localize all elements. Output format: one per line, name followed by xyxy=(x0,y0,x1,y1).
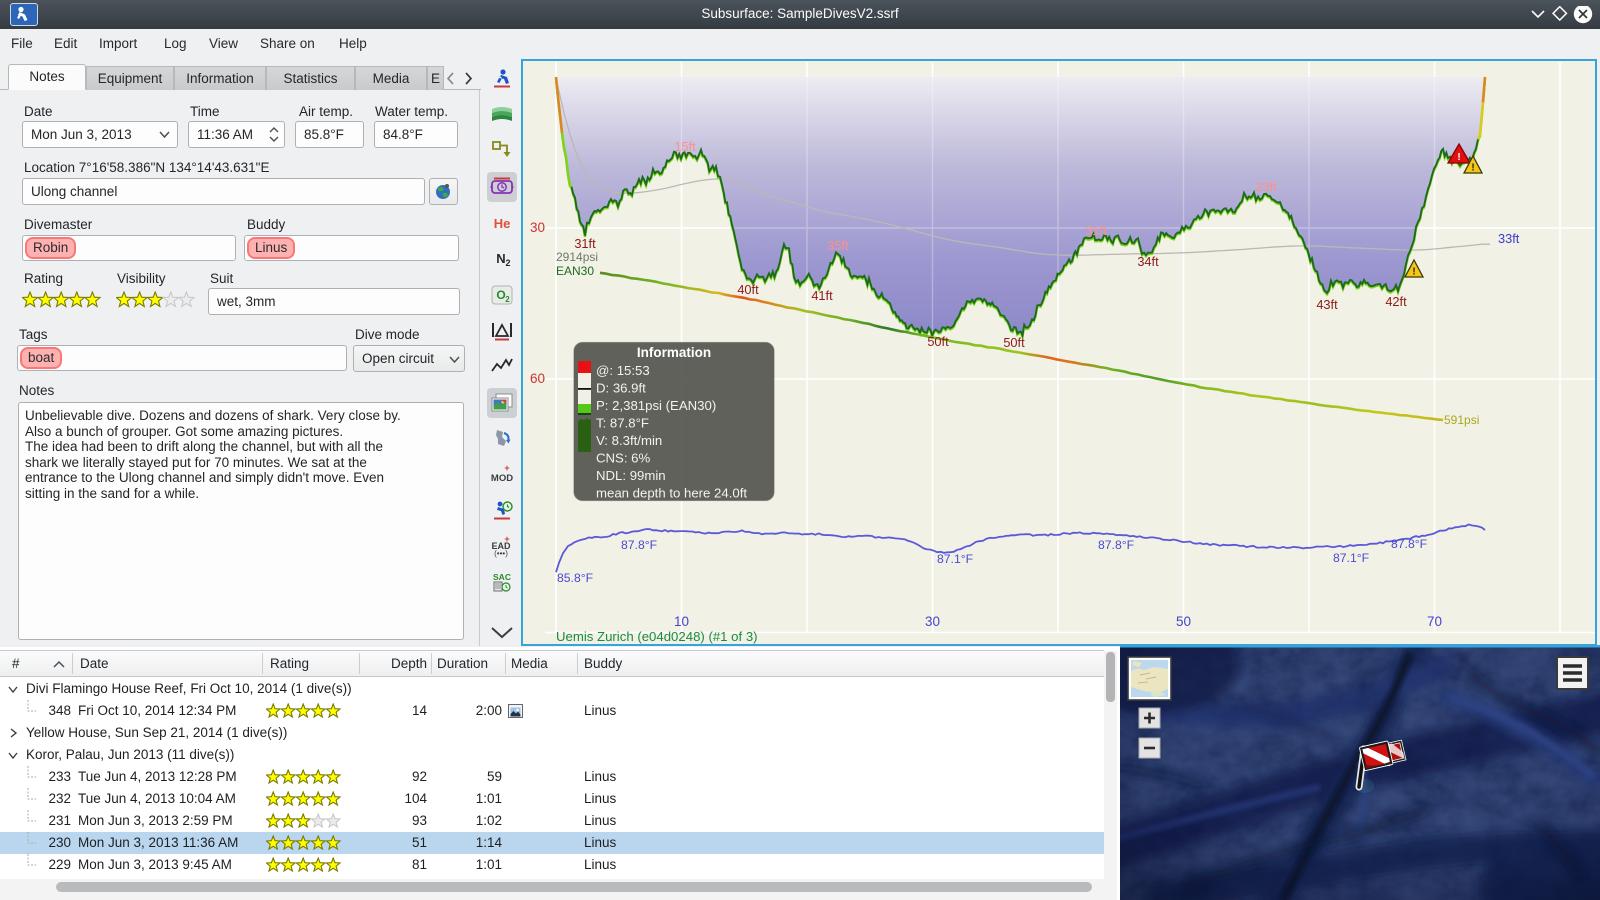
svg-text:23ft: 23ft xyxy=(1255,179,1277,194)
svg-text:87.8°F: 87.8°F xyxy=(1098,538,1134,552)
svg-text:mean depth to here 24.0ft: mean depth to here 24.0ft xyxy=(596,486,747,501)
svg-text:15ft: 15ft xyxy=(674,139,696,154)
svg-text:He: He xyxy=(494,216,511,231)
svg-text:Information: Information xyxy=(637,345,711,360)
svg-text:O: O xyxy=(496,288,505,302)
svg-text:2: 2 xyxy=(505,295,510,304)
svg-text:87.1°F: 87.1°F xyxy=(937,552,973,566)
svg-text:10: 10 xyxy=(674,614,689,629)
svg-text:(•••): (•••) xyxy=(494,549,508,558)
svg-text:!: ! xyxy=(1457,152,1460,163)
svg-text:87.8°F: 87.8°F xyxy=(1391,537,1427,551)
svg-text:70: 70 xyxy=(1427,614,1442,629)
svg-text:2914psi: 2914psi xyxy=(556,250,598,264)
svg-text:!: ! xyxy=(1412,267,1415,278)
svg-text:30: 30 xyxy=(925,614,940,629)
svg-text:35ft: 35ft xyxy=(827,238,849,253)
svg-text:CNS: 6%: CNS: 6% xyxy=(596,451,651,466)
svg-text:T: 87.8°F: T: 87.8°F xyxy=(596,416,649,431)
svg-text:591psi: 591psi xyxy=(1444,413,1479,427)
svg-text:60: 60 xyxy=(530,371,545,386)
svg-text:87.1°F: 87.1°F xyxy=(1333,551,1369,565)
svg-text:V: 8.3ft/min: V: 8.3ft/min xyxy=(596,433,662,448)
svg-text:31ft: 31ft xyxy=(1085,223,1107,238)
svg-text:50ft: 50ft xyxy=(927,334,949,349)
svg-text:P: 2,381psi (EAN30): P: 2,381psi (EAN30) xyxy=(596,398,716,413)
svg-text:@: 15:53: @: 15:53 xyxy=(596,363,650,378)
svg-text:40ft: 40ft xyxy=(737,282,759,297)
svg-text:43ft: 43ft xyxy=(1316,297,1338,312)
svg-text:SAC: SAC xyxy=(493,572,511,582)
svg-text:31ft: 31ft xyxy=(574,236,596,251)
svg-text:30: 30 xyxy=(530,220,545,235)
svg-text:2: 2 xyxy=(505,258,510,268)
svg-text:N: N xyxy=(496,251,505,266)
svg-text:41ft: 41ft xyxy=(811,288,833,303)
svg-text:NDL: 99min: NDL: 99min xyxy=(596,468,666,483)
svg-text:EAN30: EAN30 xyxy=(556,264,594,278)
svg-text:D: 36.9ft: D: 36.9ft xyxy=(596,381,646,396)
svg-text:MOD: MOD xyxy=(491,473,513,484)
svg-text:33ft: 33ft xyxy=(1498,231,1520,246)
svg-text:50: 50 xyxy=(1176,614,1191,629)
svg-text:85.8°F: 85.8°F xyxy=(557,571,593,585)
svg-text:Uemis Zurich (e04d0248) (#1 of: Uemis Zurich (e04d0248) (#1 of 3) xyxy=(556,629,758,644)
svg-text:50ft: 50ft xyxy=(1003,335,1025,350)
svg-text:42ft: 42ft xyxy=(1385,294,1407,309)
svg-text:+: + xyxy=(504,463,509,473)
svg-text:34ft: 34ft xyxy=(1137,254,1159,269)
svg-text:87.8°F: 87.8°F xyxy=(621,538,657,552)
svg-text:!: ! xyxy=(1471,163,1474,174)
